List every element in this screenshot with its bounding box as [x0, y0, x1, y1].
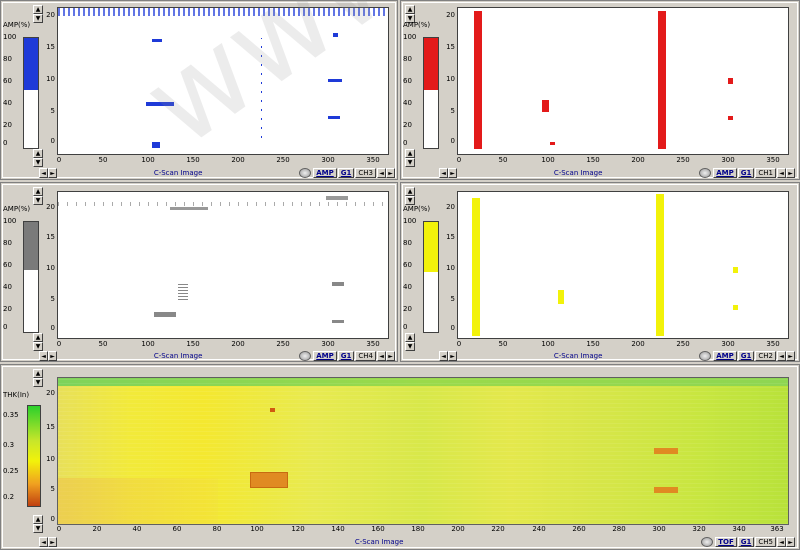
gate-button[interactable]: G1 [737, 537, 755, 547]
colorbar-scale: 0.35 0.3 0.25 0.2 [3, 411, 19, 501]
scroll-left-icon[interactable]: ◄ [439, 168, 448, 178]
cscan-image[interactable] [57, 377, 789, 525]
panel-ch5: ▲ ▼ THK(In) 0.35 0.3 0.25 0.2 ▲ ▼ 20 15 … [0, 364, 800, 550]
scroll-right-icon[interactable]: ► [48, 537, 57, 547]
mode-button[interactable]: AMP [313, 168, 337, 178]
channel-button[interactable]: CH5 [755, 537, 776, 547]
caption: C-Scan Image [153, 169, 203, 177]
next-channel-icon[interactable]: ► [786, 168, 795, 178]
colorbar[interactable] [23, 37, 39, 149]
x-axis: 0 50 100 150 200 250 300 350 [456, 156, 780, 164]
colorbar[interactable] [423, 221, 439, 333]
colorbar-scale: 100 80 60 40 20 0 [3, 33, 17, 147]
y-axis: 20 15 10 5 0 [46, 389, 55, 523]
prev-channel-icon[interactable]: ◄ [377, 351, 386, 361]
y-axis: 20 15 10 5 0 [446, 203, 455, 332]
vscroll-bottom[interactable]: ▲ ▼ [405, 333, 415, 351]
vscroll-bottom[interactable]: ▲ ▼ [405, 149, 415, 167]
channel-button[interactable]: CH4 [355, 351, 376, 361]
caption: C-Scan Image [354, 538, 404, 546]
gate-button[interactable]: G1 [737, 351, 755, 361]
status-bar: ◄ ► C-Scan Image AMP G1 CH1 ◄ ► [439, 168, 795, 178]
scroll-right-icon[interactable]: ► [448, 351, 457, 361]
toggle-icon[interactable] [699, 351, 712, 361]
y-axis: 20 15 10 5 0 [46, 203, 55, 332]
scroll-up-icon[interactable]: ▲ [33, 333, 43, 342]
channel-button[interactable]: CH1 [755, 168, 776, 178]
y-axis: 20 15 10 5 0 [446, 11, 455, 145]
scroll-left-icon[interactable]: ◄ [39, 168, 48, 178]
y-axis: 20 15 10 5 0 [46, 11, 55, 145]
cscan-image[interactable] [57, 191, 389, 339]
next-channel-icon[interactable]: ► [786, 537, 795, 547]
colorbar[interactable] [423, 37, 439, 149]
panel-ch4: ▲ ▼ AMP(%) 100 80 60 40 20 0 ▲ ▼ 20 15 1… [0, 182, 398, 362]
scroll-up-icon[interactable]: ▲ [405, 187, 415, 196]
channel-button[interactable]: CH2 [755, 351, 776, 361]
status-bar: ◄ ► C-Scan Image AMP G1 CH2 ◄ ► [439, 351, 795, 361]
status-bar: ◄ ► C-Scan Image AMP G1 CH3 ◄ ► [39, 168, 395, 178]
vscroll-bottom[interactable]: ▲ ▼ [33, 149, 43, 167]
prev-channel-icon[interactable]: ◄ [777, 351, 786, 361]
colorbar[interactable] [23, 221, 39, 333]
vscroll-bottom[interactable]: ▲ ▼ [33, 333, 43, 351]
x-axis: 0 20 40 60 80 100 120 140 160 180 200 22… [56, 525, 784, 533]
cscan-image[interactable] [457, 7, 789, 155]
colorbar-label: AMP(%) [3, 21, 31, 29]
mode-button[interactable]: AMP [713, 351, 737, 361]
mode-button[interactable]: AMP [713, 168, 737, 178]
x-axis: 0 50 100 150 200 250 300 350 [56, 340, 380, 348]
colorbar-scale: 100 80 60 40 20 0 [3, 217, 17, 331]
colorbar-label: AMP(%) [403, 205, 431, 213]
gate-button[interactable]: G1 [337, 168, 355, 178]
panel-ch1: ▲ ▼ AMP(%) 100 80 60 40 20 0 ▲ ▼ 20 15 1… [400, 0, 800, 180]
scroll-down-icon[interactable]: ▼ [33, 158, 43, 167]
colorbar-scale: 100 80 60 40 20 0 [403, 33, 417, 147]
scroll-down-icon[interactable]: ▼ [405, 196, 415, 205]
toggle-icon[interactable] [701, 537, 714, 547]
toggle-icon[interactable] [699, 168, 712, 178]
caption: C-Scan Image [553, 169, 603, 177]
scroll-down-icon[interactable]: ▼ [405, 342, 415, 351]
status-bar: ◄ ► C-Scan Image TOF G1 CH5 ◄ ► [39, 537, 795, 547]
colorbar[interactable] [27, 405, 41, 507]
scroll-left-icon[interactable]: ◄ [439, 351, 448, 361]
colorbar-label: THK(In) [3, 391, 30, 399]
scroll-left-icon[interactable]: ◄ [39, 351, 48, 361]
gate-button[interactable]: G1 [737, 168, 755, 178]
cscan-image[interactable] [457, 191, 789, 339]
prev-channel-icon[interactable]: ◄ [777, 537, 786, 547]
scroll-right-icon[interactable]: ► [448, 168, 457, 178]
scroll-right-icon[interactable]: ► [48, 168, 57, 178]
prev-channel-icon[interactable]: ◄ [377, 168, 386, 178]
next-channel-icon[interactable]: ► [386, 351, 395, 361]
next-channel-icon[interactable]: ► [386, 168, 395, 178]
vscroll-top[interactable]: ▲ ▼ [405, 187, 415, 205]
scroll-up-icon[interactable]: ▲ [405, 333, 415, 342]
status-bar: ◄ ► C-Scan Image AMP G1 CH4 ◄ ► [39, 351, 395, 361]
prev-channel-icon[interactable]: ◄ [777, 168, 786, 178]
panel-ch2: ▲ ▼ AMP(%) 100 80 60 40 20 0 ▲ ▼ 20 15 1… [400, 182, 800, 362]
next-channel-icon[interactable]: ► [786, 351, 795, 361]
channel-button[interactable]: CH3 [355, 168, 376, 178]
gate-button[interactable]: G1 [337, 351, 355, 361]
colorbar-label: AMP(%) [3, 205, 31, 213]
mode-button[interactable]: TOF [715, 537, 737, 547]
scroll-down-icon[interactable]: ▼ [405, 158, 415, 167]
scroll-up-icon[interactable]: ▲ [405, 149, 415, 158]
scroll-up-icon[interactable]: ▲ [33, 149, 43, 158]
toggle-icon[interactable] [299, 168, 312, 178]
colorbar-scale: 100 80 60 40 20 0 [403, 217, 417, 331]
scroll-left-icon[interactable]: ◄ [39, 537, 48, 547]
toggle-icon[interactable] [299, 351, 312, 361]
mode-button[interactable]: AMP [313, 351, 337, 361]
scroll-right-icon[interactable]: ► [48, 351, 57, 361]
scroll-down-icon[interactable]: ▼ [33, 524, 43, 533]
scroll-down-icon[interactable]: ▼ [33, 342, 43, 351]
caption: C-Scan Image [153, 352, 203, 360]
scroll-up-icon[interactable]: ▲ [33, 369, 43, 378]
x-axis: 0 50 100 150 200 250 300 350 [456, 340, 780, 348]
caption: C-Scan Image [553, 352, 603, 360]
